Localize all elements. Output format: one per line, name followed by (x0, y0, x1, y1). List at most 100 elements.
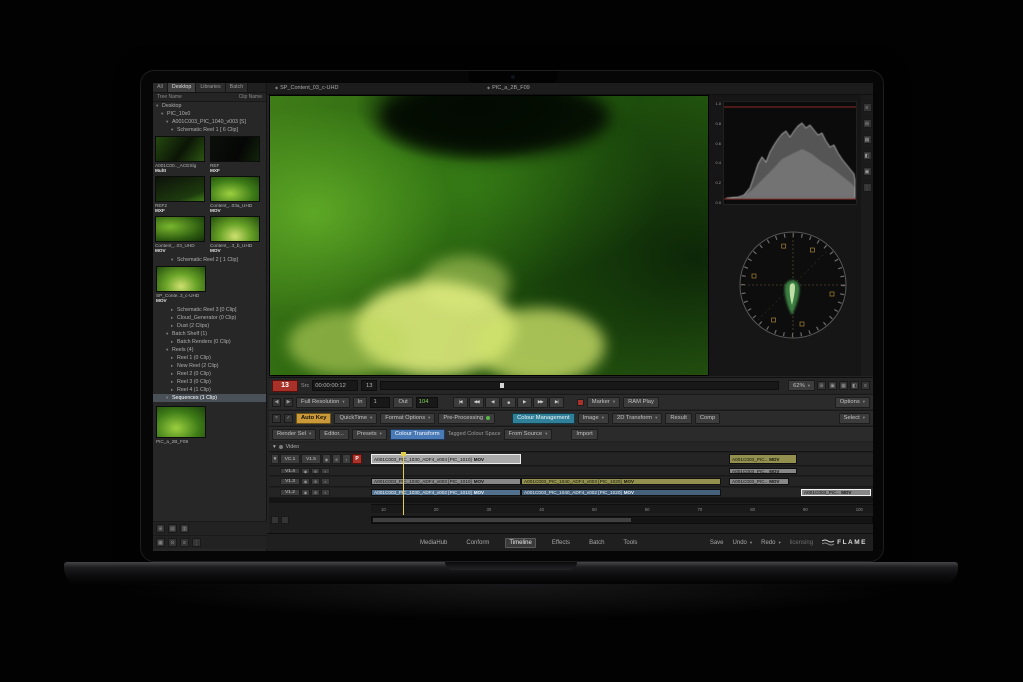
waveform-scope[interactable] (723, 101, 857, 205)
clip-thumbnail[interactable]: Content_..03a_UHD MOV (210, 176, 264, 213)
library-tab[interactable]: Desktop (168, 83, 196, 92)
timeline-clip[interactable]: A001C003_PIC.. MOV (729, 454, 797, 464)
position-slider-handle[interactable] (500, 383, 504, 388)
marker-dropdown[interactable]: Marker (587, 397, 620, 408)
timeline-clip[interactable]: A001C003_PIC_1030_ADF4_v003 [PIC_1010] M… (371, 478, 521, 485)
scope-tool-button[interactable]: ⊞ (863, 119, 872, 128)
track-patch-cell[interactable]: VC.1 (280, 454, 300, 464)
out-button[interactable]: Out (393, 397, 412, 408)
track-name-cell[interactable]: V1.4 (280, 468, 300, 474)
marker-colour-swatch[interactable] (577, 399, 584, 406)
clip-thumbnail[interactable]: Content_..03_UHD MOV (155, 216, 209, 253)
timeline-clip[interactable]: A001C003_PIC.. MOV (801, 489, 871, 496)
library-tool-button[interactable]: ⋮ (192, 538, 201, 547)
viewer-view-button[interactable]: ▣ (828, 381, 837, 390)
format-options-dropdown[interactable]: Format Options (380, 413, 435, 424)
viewer-view-button[interactable]: ≡ (861, 381, 870, 390)
tree-item[interactable]: ▸ New Reel (2 Clip) (153, 362, 266, 370)
select-dropdown[interactable]: Select (839, 413, 870, 424)
quicktime-dropdown[interactable]: QuickTime (334, 413, 377, 424)
tree-item[interactable]: ▸ Reel 3 (0 Clip) (153, 378, 266, 386)
track-settings-icon[interactable] (311, 489, 320, 496)
track-name-cell[interactable]: V1.5 (301, 454, 321, 464)
clip-name-header[interactable]: Clip Name (239, 94, 262, 100)
clip-thumbnail[interactable]: Content_..3_b_UHD MOV (210, 216, 264, 253)
library-tab[interactable]: Batch (226, 83, 249, 92)
timeline-clip[interactable]: A001C003_PIC.. MOV (729, 478, 789, 485)
library-tab[interactable]: All (153, 83, 168, 92)
clip-thumbnail[interactable]: REF2 MXF (155, 176, 209, 213)
track-lock-icon[interactable] (321, 478, 330, 485)
licensing-link[interactable]: licensing (790, 540, 813, 546)
library-tool-button[interactable]: ⊞ (156, 524, 165, 533)
workspace-tab[interactable]: Tools (620, 539, 640, 547)
viewer-view-button[interactable]: ▦ (839, 381, 848, 390)
video-group-row[interactable]: Video (269, 443, 873, 452)
transport-button[interactable]: ■ (501, 397, 516, 408)
tree-item[interactable]: ▾ Batch Shelf (1) (153, 330, 266, 338)
tree-item[interactable]: ▸ Reel 4 (1 Clip) (153, 386, 266, 394)
import-button[interactable]: Import (571, 429, 597, 440)
timeline-clip[interactable]: A001C003_PIC.. MOV (729, 468, 797, 474)
timecode-field[interactable]: 00:00:00:12 (312, 380, 358, 391)
undo-dropdown[interactable]: Undo (733, 540, 753, 546)
image-dropdown[interactable]: Image (578, 413, 609, 424)
timeline-clip[interactable]: A001C003_PIC_1030_ADF4_v004 [PIC_1010] M… (371, 454, 521, 464)
transport-button[interactable]: ▶▶ (533, 397, 548, 408)
tree-item[interactable]: Schematic Reel 2 [ 1 Clip] (153, 256, 266, 264)
resolution-dropdown[interactable]: Full Resolution (296, 397, 350, 408)
colour-management-button[interactable]: Colour Management (512, 413, 575, 424)
presets-dropdown[interactable]: Presets (352, 429, 387, 440)
tree-item[interactable]: ▾ A001C003_PIC_1040_v003 [S] (153, 118, 266, 126)
transport-button[interactable]: ◀◀ (469, 397, 484, 408)
transport-button[interactable]: ▶ (517, 397, 532, 408)
playhead[interactable] (403, 452, 404, 515)
viewer-view-button[interactable]: ⊞ (817, 381, 826, 390)
timeline-clip[interactable]: A001C003_PIC_1040_ADF4_v003 [PIC_1020] M… (521, 478, 721, 485)
timeline-fit-icon[interactable] (281, 516, 289, 524)
tree-item[interactable]: ▸ Dust (2 Clips) (153, 322, 266, 330)
clip-thumbnail[interactable]: A001C00.._ACESlg MultI (155, 136, 209, 173)
track-collapse-icon[interactable] (271, 454, 279, 464)
auto-key-button[interactable]: Auto Key (296, 413, 331, 424)
tree-item[interactable]: ▾ Reels (4) (153, 346, 266, 354)
timeline-ruler[interactable]: 102030405060708090100 (371, 504, 873, 513)
library-tool-button[interactable]: ≡ (180, 538, 189, 547)
tree-item[interactable]: ▸ Cloud_Generator (0 Clip) (153, 314, 266, 322)
scope-tool-button[interactable]: ▦ (863, 135, 872, 144)
transport-button[interactable]: ▶| (549, 397, 564, 408)
workspace-tab[interactable]: MediaHub (417, 539, 450, 547)
playhead-handle[interactable] (401, 452, 406, 456)
viewer-tab-sp-content[interactable]: SP_Content_03_c-UHD (275, 85, 338, 91)
options-dropdown[interactable]: Options (835, 397, 870, 408)
track-settings-icon[interactable] (311, 478, 320, 485)
clip-thumbnail[interactable]: REF MXF (210, 136, 264, 173)
scope-tool-button[interactable]: ◧ (863, 151, 872, 160)
tree-item[interactable]: ▸ Schematic Reel 3 [0 Clip] (153, 306, 266, 314)
library-tool-button[interactable]: ▦ (156, 538, 165, 547)
zoom-level-dropdown[interactable]: 62% (788, 380, 815, 391)
track-visibility-icon[interactable] (301, 478, 310, 485)
library-tool-button[interactable]: ▥ (180, 524, 189, 533)
track-visibility-icon[interactable] (301, 489, 310, 496)
track-lock-icon[interactable] (321, 489, 330, 496)
clip-thumbnail[interactable]: SP_Conte..3_c-UHD MOV (156, 266, 210, 303)
comp-button[interactable]: Comp (695, 413, 720, 424)
timeline-clip[interactable]: A001C003_PIC_1040_ADF4_v002 [PIC_1020] M… (521, 489, 721, 496)
scope-tool-button[interactable]: ≡ (863, 103, 872, 112)
tree-item[interactable]: ▾ Sequences (1 Clip) (153, 394, 266, 402)
view-forward-button[interactable] (284, 398, 293, 407)
timeline-zoom-icon[interactable] (271, 516, 279, 524)
tree-item[interactable]: ▾ Schematic Reel 1 [ 6 Clip] (153, 126, 266, 134)
track-lock-icon[interactable] (321, 468, 330, 474)
editor-button[interactable]: Editor... (319, 429, 349, 440)
tree-item[interactable]: ▾ PIC_10x0 (153, 110, 266, 118)
transform-2d-dropdown[interactable]: 2D Transform (612, 413, 662, 424)
in-button[interactable]: In (353, 397, 368, 408)
track-visibility-icon[interactable] (301, 468, 310, 474)
redo-dropdown[interactable]: Redo (761, 540, 781, 546)
workspace-tab[interactable]: Conform (463, 539, 492, 547)
render-sel-dropdown[interactable]: Render Sel (272, 429, 316, 440)
collapse-icon[interactable] (273, 444, 276, 450)
library-tab[interactable]: Libraries (196, 83, 225, 92)
